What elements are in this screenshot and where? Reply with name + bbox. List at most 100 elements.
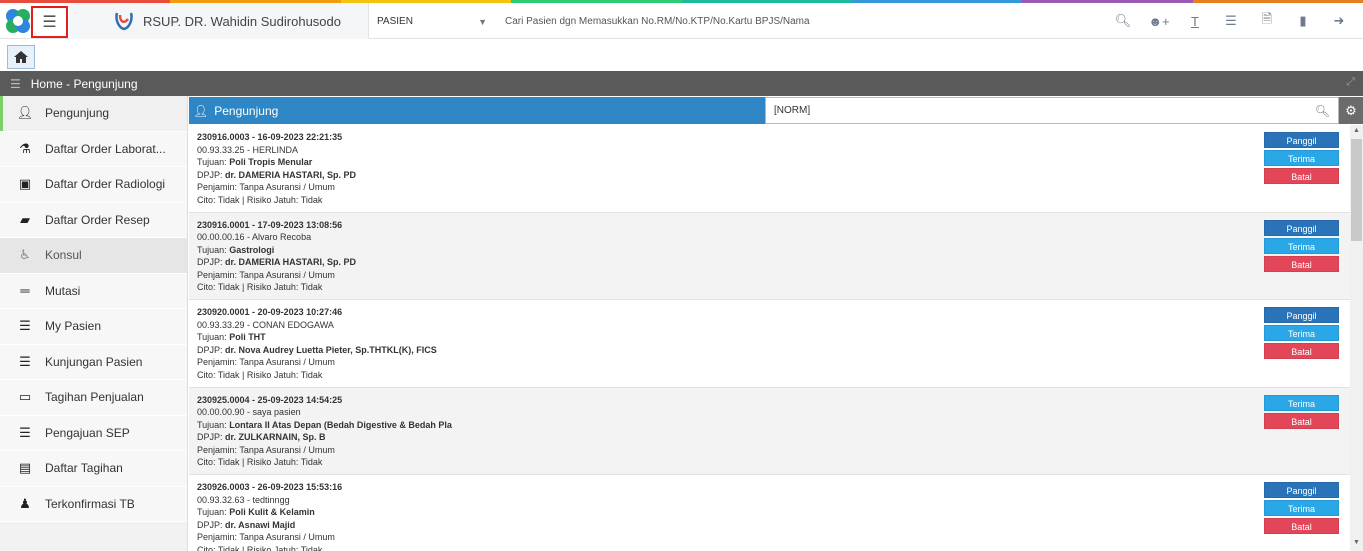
visit-patient: 00.00.00.90 - saya pasien [197,407,301,418]
logout-icon[interactable]: ➜ [1321,13,1357,29]
menu-toggle-button[interactable]: ☰ [31,6,68,38]
visit-patient: 00.93.33.29 - CONAN EDOGAWA [197,319,334,330]
search-icon[interactable]: 🔍︎ [1105,13,1141,29]
sidebar-item-label: Terkonfirmasi TB [45,496,135,511]
sidebar-item-pengajuan-sep[interactable]: ☰ Pengajuan SEP [0,415,187,451]
filter-value: [NORM] [774,105,811,116]
visit-penjamin: Penjamin: Tanpa Asuransi / Umum [197,532,335,543]
terima-button[interactable]: Terima [1264,237,1339,254]
filter-input[interactable]: [NORM] 🔍︎ [765,97,1339,124]
visit-dpjp: DPJP: dr. Nova Audrey Luetta Pieter, Sp.… [197,344,1342,357]
sidebar-item-kunjungan-pasien[interactable]: ☰ Kunjungan Pasien [0,344,187,380]
module-select[interactable]: PASIEN ▼ [377,3,489,39]
title-menu-icon[interactable]: ☰ [10,77,21,91]
sidebar-item-daftar-order-laborat[interactable]: ⚗ Daftar Order Laborat... [0,131,187,167]
visit-patient: 00.93.32.63 - tedtinngg [197,494,290,505]
batal-button[interactable]: Batal [1264,518,1339,534]
list-icon: ☰ [19,424,31,440]
visit-dpjp: DPJP: dr. DAMERIA HASTARI, Sp. PD [197,169,1342,182]
sidebar-item-tagihan-penjualan[interactable]: ▭ Tagihan Penjualan [0,380,187,416]
visit-actions: Panggil Terima Batal [1264,307,1339,361]
scroll-thumb[interactable] [1351,139,1362,241]
credit-card-icon: ▭ [18,389,32,405]
visit-id-line: 230916.0001 - 17-09-2023 13:08:56 [197,219,343,230]
app-logo-icon[interactable] [3,6,33,36]
sidebar-item-label: Daftar Order Radiologi [45,177,166,192]
tujuan-value: Poli THT [229,332,266,343]
expand-icon[interactable]: ⤢ [1346,76,1355,89]
search-icon[interactable]: 🔍︎ [1315,104,1330,118]
batal-button[interactable]: Batal [1264,412,1339,429]
visit-id-line: 230920.0001 - 20-09-2023 10:27:46 [197,307,343,317]
scrollbar[interactable]: ▲ ▼ [1350,125,1363,551]
visit-cito: Cito: Tidak | Risiko Jatuh: Tidak [197,369,323,380]
panggil-button[interactable]: Panggil [1264,219,1339,236]
batal-button[interactable]: Batal [1264,168,1339,184]
terima-button[interactable]: Terima [1264,500,1339,516]
visit-patient: 00.00.00.16 - Alvaro Recoba [197,232,312,243]
batal-button[interactable]: Batal [1264,255,1339,272]
visit-id-line: 230926.0003 - 26-09-2023 15:53:16 [197,482,343,492]
home-button[interactable] [7,45,35,69]
tujuan-label: Tujuan: [197,332,230,343]
sidebar-item-pengunjung[interactable]: 👤︎ Pengunjung [0,96,187,132]
list-icon: ☰ [19,353,31,369]
sidebar-item-terkonfirmasi-tb[interactable]: ♟ Terkonfirmasi TB [0,486,187,522]
visit-penjamin: Penjamin: Tanpa Asuransi / Umum [197,182,335,193]
visit-patient: 00.93.33.25 - HERLINDA [197,144,299,155]
dpjp-value: dr. DAMERIA HASTARI, Sp. PD [225,257,357,268]
terima-button[interactable]: Terima [1264,325,1339,341]
visit-dpjp: DPJP: dr. DAMERIA HASTARI, Sp. PD [197,256,1342,269]
sidebar-item-daftar-tagihan[interactable]: ▤ Daftar Tagihan [0,451,187,487]
sidebar-item-daftar-order-resep[interactable]: ▰ Daftar Order Resep [0,202,187,238]
visit-penjamin: Penjamin: Tanpa Asuransi / Umum [197,269,335,280]
terima-button[interactable]: Terima [1264,394,1339,411]
pdf-icon[interactable]: 🗎︎ [1249,10,1285,32]
sidebar-item-mutasi[interactable]: ═ Mutasi [0,273,187,309]
sidebar-item-label: Konsul [45,248,82,263]
module-select-value: PASIEN [377,15,413,27]
panggil-button[interactable]: Panggil [1264,132,1339,148]
visit-actions: Panggil Terima Batal [1264,132,1339,186]
visit-card: 230925.0004 - 25-09-2023 14:54:25 00.00.0… [189,387,1350,475]
sidebar-item-daftar-order-radiologi[interactable]: ▣ Daftar Order Radiologi [0,167,187,203]
sidebar-item-konsul[interactable]: ♿ Konsul [0,238,187,274]
visit-dpjp: DPJP: dr. ZULKARNAIN, Sp. B [197,431,1342,444]
eraser-icon: ▰ [20,211,30,227]
folder-icon[interactable]: ▮ [1285,13,1321,29]
panel-header: 👤︎ Pengunjung [189,97,765,124]
panggil-button[interactable]: Panggil [1264,482,1339,498]
dpjp-value: dr. DAMERIA HASTARI, Sp. PD [225,169,357,180]
dpjp-value: dr. Nova Audrey Luetta Pieter, Sp.THTKL(… [225,344,437,355]
list-icon[interactable]: ☰ [1213,13,1249,29]
visit-dpjp: DPJP: dr. Asnawi Majid [197,519,1342,532]
scroll-down-icon[interactable]: ▼ [1350,539,1363,549]
visit-card: 230920.0001 - 20-09-2023 10:27:46 00.93.3… [189,300,1350,388]
tujuan-value: Gastrologi [229,244,275,255]
scroll-up-icon[interactable]: ▲ [1350,127,1363,137]
visit-cito: Cito: Tidak | Risiko Jatuh: Tidak [197,282,323,293]
page-title-bar: ☰ Home - Pengunjung ⤢ [0,71,1363,96]
gear-icon: ⚙ [1345,102,1357,118]
visit-card: 230916.0003 - 16-09-2023 22:21:35 00.93.3… [189,125,1350,213]
text-icon[interactable]: T [1177,14,1213,29]
panggil-button[interactable]: Panggil [1264,307,1339,323]
list-icon: ☰ [19,318,31,334]
visit-actions: Panggil Terima Batal [1264,482,1339,536]
visit-tujuan: Tujuan: Poli Kulit & Kelamin [197,506,1342,519]
breadcrumb: Home - Pengunjung [30,76,138,91]
user-icon: 👤︎ [193,103,209,118]
visit-cito: Cito: Tidak | Risiko Jatuh: Tidak [197,544,323,551]
dpjp-value: dr. Asnawi Majid [225,519,296,530]
terima-button[interactable]: Terima [1264,150,1339,166]
visit-actions: Terima Batal [1264,394,1339,431]
settings-button[interactable]: ⚙ [1339,97,1363,124]
sidebar-item-my-pasien[interactable]: ☰ My Pasien [0,309,187,345]
add-user-icon[interactable]: ☻+ [1141,14,1177,29]
flask-icon: ⚗ [19,140,31,156]
home-icon [14,51,28,63]
money-icon: ▤ [18,460,32,476]
patient-search-input[interactable]: Cari Pasien dgn Memasukkan No.RM/No.KTP/… [505,3,1065,39]
batal-button[interactable]: Batal [1264,343,1339,359]
sidebar-item-label: Daftar Tagihan [45,461,123,476]
